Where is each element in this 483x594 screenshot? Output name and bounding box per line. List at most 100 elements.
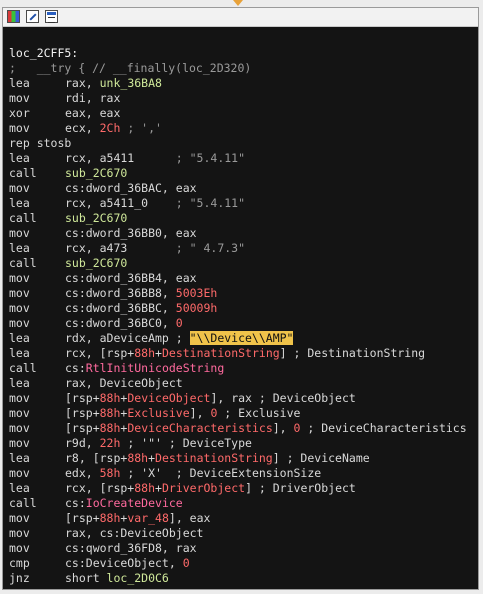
operand[interactable]: IoCreateDevice	[86, 496, 183, 510]
code-line[interactable]: call sub_2C670	[9, 166, 478, 181]
operand[interactable]: short	[65, 571, 107, 585]
mnemonic[interactable]: cmp	[9, 556, 65, 571]
operand[interactable]: unk_36BA8	[100, 76, 162, 90]
highlighted-string[interactable]: "\\Device\\AMP"	[189, 331, 294, 345]
operand[interactable]: rax, cs:DeviceObject	[65, 526, 203, 540]
code-line[interactable]: mov rdi, rax	[9, 91, 478, 106]
code-line[interactable]: lea rax, unk_36BA8	[9, 76, 478, 91]
code-line[interactable]: mov r9d, 22h ; '"' ; DeviceType	[9, 436, 478, 451]
mnemonic[interactable]: lea	[9, 331, 65, 346]
operand[interactable]: rax,	[65, 76, 100, 90]
code-line[interactable]: xor eax, eax	[9, 106, 478, 121]
code-line[interactable]: call sub_2C670	[9, 256, 478, 271]
operand[interactable]: var_48	[127, 511, 169, 525]
operand[interactable]: rcx, a473	[65, 241, 176, 255]
operand[interactable]: cs:DeviceObject,	[65, 556, 183, 570]
operand[interactable]: Exclusive	[127, 406, 189, 420]
operand[interactable]: ],	[190, 406, 211, 420]
code-line[interactable]: mov [rsp+88h+Exclusive], 0 ; Exclusive	[9, 406, 478, 421]
mnemonic[interactable]: mov	[9, 316, 65, 331]
operand[interactable]: 88h	[100, 391, 121, 405]
mnemonic[interactable]: mov	[9, 526, 65, 541]
code-line[interactable]: lea rax, DeviceObject	[9, 376, 478, 391]
operand[interactable]: +	[148, 451, 155, 465]
operand[interactable]: [rsp+	[65, 421, 100, 435]
operand[interactable]: ],	[273, 421, 294, 435]
code-line[interactable]: call cs:RtlInitUnicodeString	[9, 361, 478, 376]
code-line[interactable]: lea rcx, a5411 ; "5.4.11"	[9, 151, 478, 166]
operand[interactable]: 88h	[100, 406, 121, 420]
operand[interactable]: r9d,	[65, 436, 100, 450]
mnemonic[interactable]: call	[9, 211, 65, 226]
operand[interactable]: cs:	[65, 496, 86, 510]
operand[interactable]: RtlInitUnicodeString	[86, 361, 224, 375]
code-line[interactable]: mov rax, cs:DeviceObject	[9, 526, 478, 541]
operand[interactable]: cs:	[65, 361, 86, 375]
operand[interactable]: 22h	[100, 436, 121, 450]
operand[interactable]: 5003Eh	[176, 286, 218, 300]
operand[interactable]: DestinationString	[162, 346, 280, 360]
mnemonic[interactable]: lea	[9, 376, 65, 391]
operand[interactable]: eax, eax	[65, 106, 120, 120]
code-line[interactable]: lea rcx, [rsp+88h+DriverObject] ; DriverO…	[9, 481, 478, 496]
operand[interactable]: ecx,	[65, 121, 100, 135]
code-line[interactable]: cmp cs:DeviceObject, 0	[9, 556, 478, 571]
mnemonic[interactable]: lea	[9, 481, 65, 496]
operand[interactable]: sub_2C670	[65, 211, 127, 225]
code-line[interactable]: loc_2CFF5:	[9, 46, 478, 61]
operand[interactable]: rdi, rax	[65, 91, 120, 105]
operand[interactable]: loc_2D0C6	[107, 571, 169, 585]
code-line[interactable]: mov [rsp+88h+DeviceCharacteristics], 0 ; …	[9, 421, 478, 436]
color-palette-icon[interactable]	[7, 10, 20, 23]
code-line[interactable]: mov cs:qword_36FD8, rax	[9, 541, 478, 556]
mnemonic[interactable]: jnz	[9, 571, 65, 586]
code-block-window[interactable]: loc_2CFF5:; __try { // __finally(loc_2D3…	[2, 7, 479, 590]
mnemonic[interactable]: mov	[9, 466, 65, 481]
mnemonic[interactable]: mov	[9, 436, 65, 451]
mnemonic[interactable]: lea	[9, 76, 65, 91]
code-line[interactable]: mov cs:dword_36BC0, 0	[9, 316, 478, 331]
code-line[interactable]: lea rdx, aDeviceAmp ; "\\Device\\AMP"	[9, 331, 478, 346]
mnemonic[interactable]: mov	[9, 121, 65, 136]
operand[interactable]: cs:dword_36BC0,	[65, 316, 176, 330]
operand[interactable]: +	[155, 481, 162, 495]
operand[interactable]: 0	[183, 556, 190, 570]
operand[interactable]: 0	[176, 316, 183, 330]
code-line[interactable]: mov cs:dword_36BB4, eax	[9, 271, 478, 286]
operand[interactable]: ] ; DriverObject	[245, 481, 356, 495]
operand[interactable]: ; DeviceCharacteristics	[300, 421, 466, 435]
operand[interactable]: 50009h	[176, 301, 218, 315]
operand[interactable]: [rsp+	[65, 391, 100, 405]
operand[interactable]: sub_2C670	[65, 166, 127, 180]
mnemonic[interactable]: call	[9, 496, 65, 511]
mnemonic[interactable]: rep stosb	[9, 136, 71, 151]
operand[interactable]: ], eax	[169, 511, 211, 525]
mnemonic[interactable]: call	[9, 166, 65, 181]
operand[interactable]: sub_2C670	[65, 256, 127, 270]
code-line[interactable]: ; __try { // __finally(loc_2D320)	[9, 61, 478, 76]
operand[interactable]: rdx, aDeviceAmp ;	[65, 331, 190, 345]
operand[interactable]: cs:dword_36BBC,	[65, 301, 176, 315]
mnemonic[interactable]: mov	[9, 226, 65, 241]
operand[interactable]: edx,	[65, 466, 100, 480]
mnemonic[interactable]: mov	[9, 181, 65, 196]
operand[interactable]: cs:qword_36FD8, rax	[65, 541, 197, 555]
code-line[interactable]: mov cs:dword_36BB8, 5003Eh	[9, 286, 478, 301]
operand[interactable]: ] ; DestinationString	[280, 346, 425, 360]
operand[interactable]: rcx, [rsp+	[65, 481, 134, 495]
operand[interactable]: 88h	[127, 451, 148, 465]
code-line[interactable]: call sub_2C670	[9, 211, 478, 226]
mnemonic[interactable]: mov	[9, 271, 65, 286]
code-label[interactable]: loc_2CFF5:	[9, 46, 78, 60]
code-line[interactable]: mov cs:dword_36BBC, 50009h	[9, 301, 478, 316]
operand[interactable]: [rsp+	[65, 511, 100, 525]
operand[interactable]: r8, [rsp+	[65, 451, 127, 465]
mnemonic[interactable]: lea	[9, 241, 65, 256]
operand[interactable]: [rsp+	[65, 406, 100, 420]
mnemonic[interactable]: mov	[9, 511, 65, 526]
assembly-listing[interactable]: loc_2CFF5:; __try { // __finally(loc_2D3…	[9, 46, 478, 586]
window-view-icon[interactable]	[45, 10, 58, 23]
operand[interactable]: 88h	[134, 346, 155, 360]
operand[interactable]: ] ; DeviceName	[273, 451, 370, 465]
operand[interactable]: cs:dword_36BAC, eax	[65, 181, 197, 195]
